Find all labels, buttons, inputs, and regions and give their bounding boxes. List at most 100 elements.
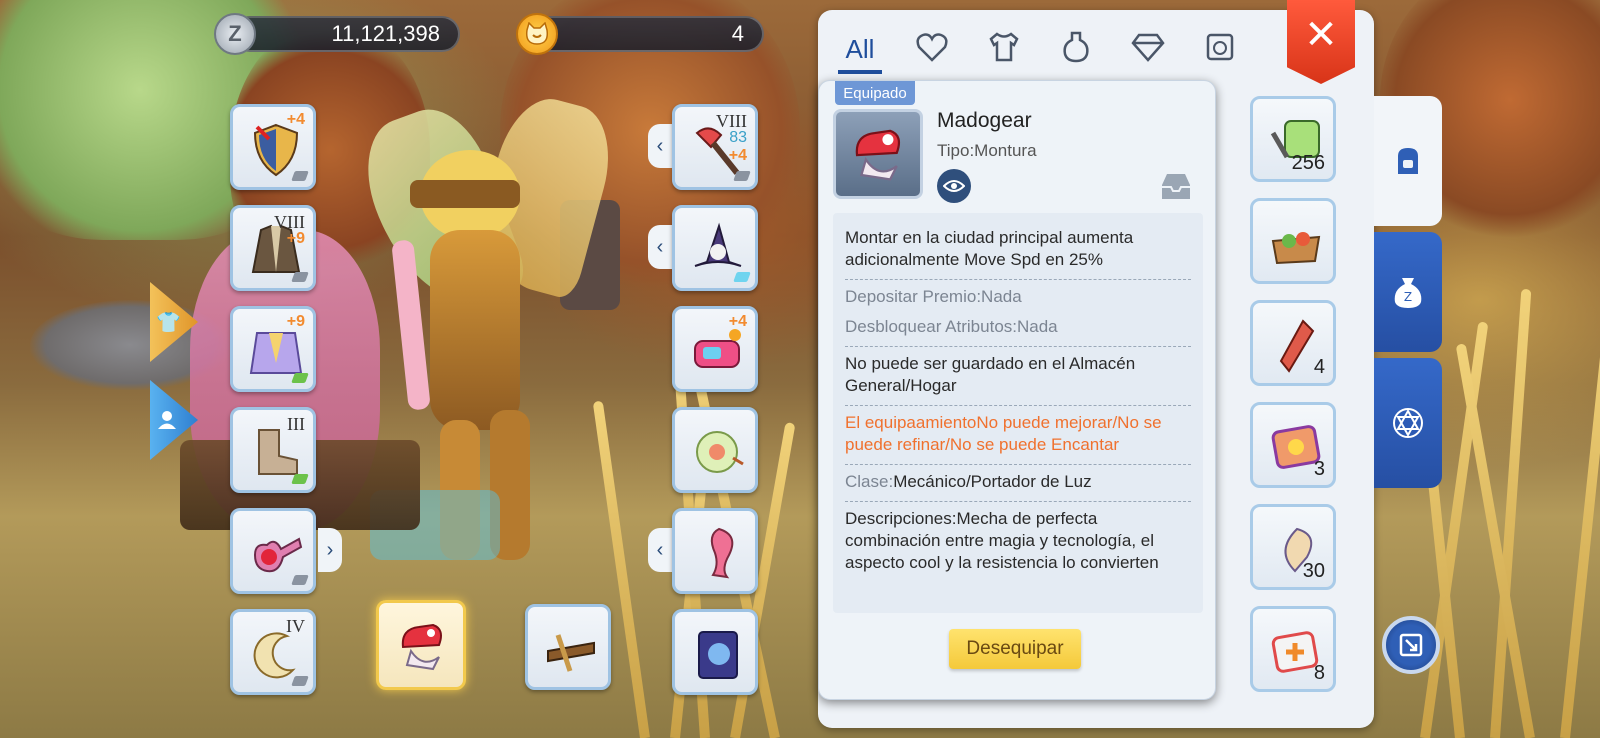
- item-count: 3: [1313, 458, 1325, 480]
- tier-label: IV: [286, 616, 305, 636]
- equip-slot-shoes[interactable]: III: [230, 407, 316, 493]
- shirt-icon: [989, 32, 1019, 62]
- equip-slot-accessory-left[interactable]: [230, 508, 316, 594]
- tab-consumables[interactable]: [1054, 25, 1098, 69]
- class-section: Clase:Mecánico/Portador de Luz: [845, 465, 1191, 502]
- inventory-slot[interactable]: 8: [1250, 606, 1336, 692]
- tab-all[interactable]: All: [838, 20, 882, 74]
- card-slot-icon: [291, 171, 309, 181]
- equip-slot-book[interactable]: [672, 609, 758, 695]
- storage-text: No puede ser guardado en el Almacén Gene…: [845, 354, 1136, 395]
- preview-button[interactable]: [937, 169, 971, 203]
- eye-icon: [943, 180, 965, 192]
- inventory-slot[interactable]: [1250, 198, 1336, 284]
- equip-slot-mouth[interactable]: [672, 508, 758, 594]
- equip-slot-crossbow[interactable]: [525, 604, 611, 690]
- tab-all-label: All: [845, 33, 875, 64]
- class-value: Mecánico/Portador de Luz: [893, 472, 1092, 491]
- food-box-icon: [1271, 232, 1321, 265]
- person-icon: [158, 411, 176, 429]
- inventory-slot[interactable]: 30: [1250, 504, 1336, 590]
- close-icon: ✕: [1304, 13, 1338, 57]
- item-name: Madogear: [937, 109, 1032, 132]
- heart-icon: [916, 33, 948, 62]
- zeny-symbol: Z: [228, 21, 242, 46]
- unequip-button[interactable]: Desequipar: [949, 629, 1081, 669]
- card-slot-icon: [291, 373, 309, 383]
- inventory-slot[interactable]: 256: [1250, 96, 1336, 182]
- inventory-slot[interactable]: 4: [1250, 300, 1336, 386]
- gem-icon: [1131, 33, 1165, 62]
- equip-slot-face[interactable]: [672, 407, 758, 493]
- card-slot-icon: [291, 676, 309, 686]
- cat-coin-icon: [516, 13, 558, 55]
- chevron-left-icon: ‹: [656, 538, 664, 561]
- refine-label: +9: [286, 313, 305, 330]
- restriction-text: El equipaamientoNo puede mejorar/No se p…: [845, 413, 1162, 454]
- equip-slot-accessory-bottom[interactable]: IV: [230, 609, 316, 695]
- chevron-left-icon: ‹: [656, 134, 664, 157]
- equip-slot-weapon[interactable]: VIII 83 +4: [672, 104, 758, 190]
- madogear-icon: [401, 623, 442, 671]
- zeny-coin-icon: Z: [214, 13, 256, 55]
- expand-mouth-button[interactable]: ‹: [648, 528, 672, 572]
- chevron-right-icon: ›: [326, 538, 334, 561]
- tab-cards[interactable]: [1126, 25, 1170, 69]
- zeny-bar: 11,121,398: [232, 16, 460, 52]
- svg-text:Z: Z: [1404, 290, 1412, 304]
- equip-slot-shield[interactable]: +4: [230, 104, 316, 190]
- refine-label: +9: [286, 230, 305, 247]
- storage-section: No puede ser guardado en el Almacén Gene…: [845, 347, 1191, 406]
- expand-accessory-button[interactable]: ›: [318, 528, 342, 572]
- tab-pets[interactable]: [1198, 25, 1242, 69]
- device-accessory-icon: [694, 329, 741, 368]
- close-button[interactable]: ✕: [1287, 0, 1355, 84]
- potion-icon: [1063, 31, 1089, 63]
- equip-slot-armor[interactable]: VIII +9: [230, 205, 316, 291]
- class-label: Clase:: [845, 472, 894, 491]
- expand-headgear-button[interactable]: ‹: [648, 225, 672, 269]
- restriction-section: El equipaamientoNo puede mejorar/No se p…: [845, 406, 1191, 465]
- mermaid-tail-icon: [710, 527, 734, 579]
- chevron-left-icon: ‹: [656, 235, 664, 258]
- item-description: Montar en la ciudad principal aumenta ad…: [833, 213, 1203, 613]
- card-slot-icon: [291, 272, 309, 282]
- tab-favorites[interactable]: [910, 25, 954, 69]
- shirt-icon: 👕: [156, 312, 181, 334]
- inventory-slot[interactable]: 3: [1250, 402, 1336, 488]
- equip-slot-accessory-right[interactable]: +4: [672, 306, 758, 392]
- side-tab-zeny-bag[interactable]: Z: [1374, 232, 1442, 352]
- tier-label: III: [287, 414, 305, 434]
- money-bag-icon: Z: [1394, 278, 1422, 308]
- expand-weapon-button[interactable]: ‹: [648, 124, 672, 168]
- refine-label: +4: [286, 111, 305, 128]
- points-bar: 4: [530, 16, 764, 52]
- backpack-icon: [1398, 148, 1418, 174]
- unlock-text: Desbloquear Atributos:Nada: [845, 317, 1058, 336]
- attributes-section: Depositar Premio:Nada Desbloquear Atribu…: [845, 280, 1191, 347]
- description-text: Descripciones:Mecha de perfecta combinac…: [845, 509, 1159, 572]
- item-count: 256: [1291, 152, 1325, 174]
- refine-label: +4: [728, 313, 747, 330]
- spellbook-icon: [698, 631, 738, 679]
- crossbow-icon: [547, 634, 595, 672]
- equip-slot-garment[interactable]: +9: [230, 306, 316, 392]
- equip-slot-mount[interactable]: [376, 600, 466, 690]
- storage-tray-icon: [1159, 171, 1193, 201]
- card-slot-icon: [733, 171, 751, 181]
- card-slot-icon: [291, 474, 309, 484]
- item-count: 8: [1313, 662, 1325, 684]
- sort-inventory-button[interactable]: [1382, 616, 1440, 674]
- side-tab-inventory[interactable]: [1374, 96, 1442, 226]
- pet-icon: [1206, 33, 1234, 61]
- equipped-badge: Equipado: [835, 81, 915, 105]
- tab-equipment[interactable]: [982, 25, 1026, 69]
- equip-slot-headgear[interactable]: [672, 205, 758, 291]
- card-slot-icon: [733, 272, 751, 282]
- effect-text: Montar en la ciudad principal aumenta ad…: [845, 228, 1134, 269]
- side-tab-magic-circle[interactable]: [1374, 358, 1442, 488]
- zeny-amount: 11,121,398: [331, 21, 440, 46]
- level-label: 83: [729, 129, 747, 146]
- card-slot-icon: [291, 575, 309, 585]
- description-section: Descripciones:Mecha de perfecta combinac…: [845, 502, 1191, 582]
